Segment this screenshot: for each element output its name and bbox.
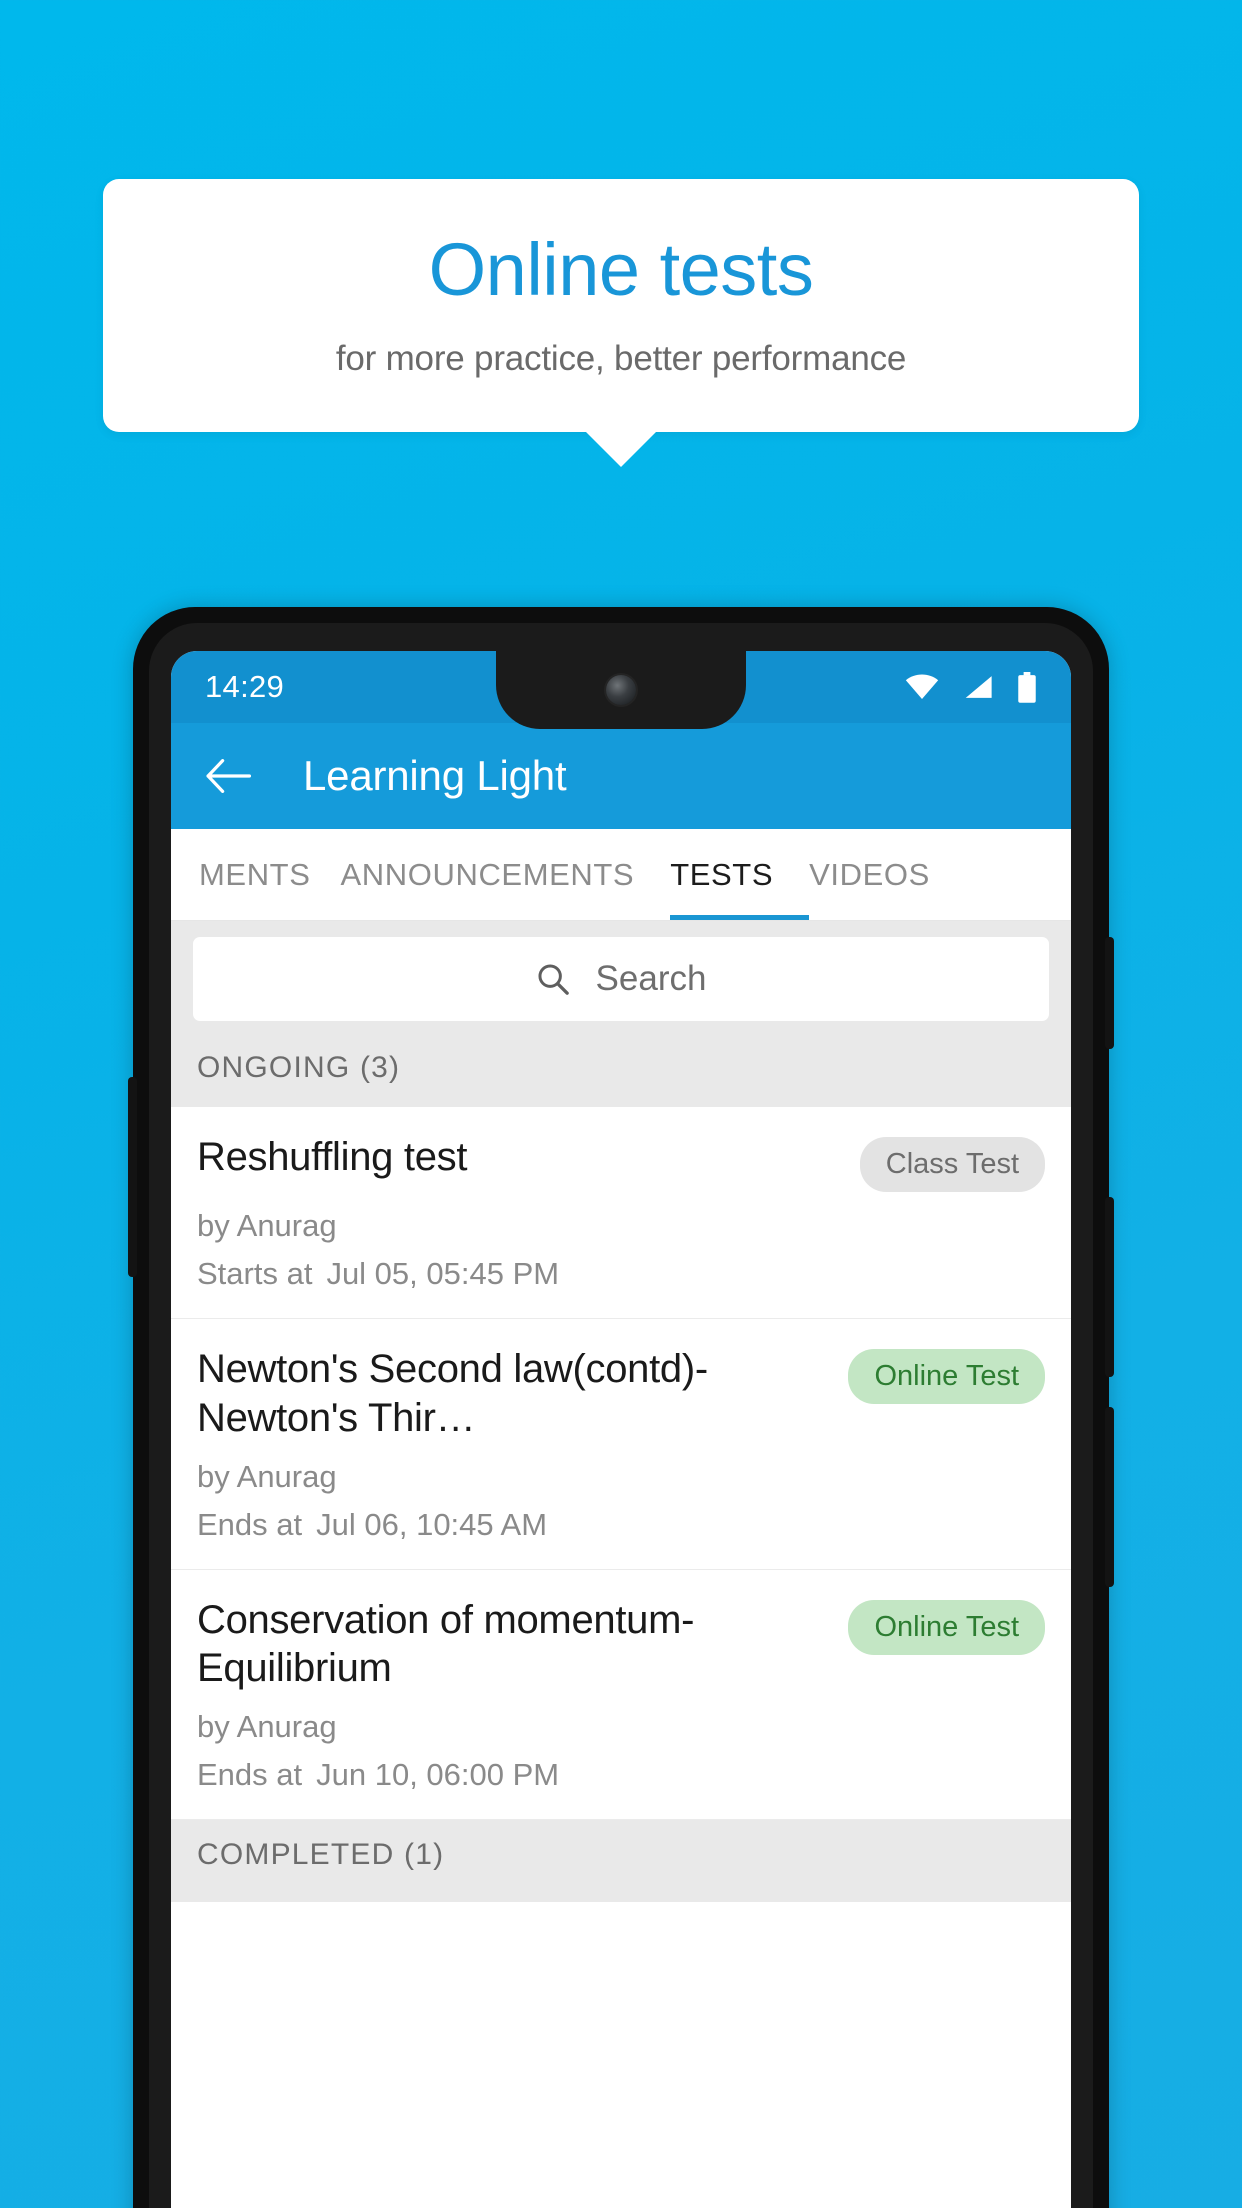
- promo-subtitle: for more practice, better performance: [335, 338, 907, 378]
- test-schedule-label: Starts at: [197, 1256, 313, 1291]
- tab-announcements[interactable]: ANNOUNCEMENTS: [341, 829, 671, 920]
- test-schedule: Starts at Jul 05, 05:45 PM: [197, 1256, 1045, 1292]
- test-author: by Anurag: [197, 1709, 337, 1745]
- table-row[interactable]: Newton's Second law(contd)-Newton's Thir…: [171, 1319, 1071, 1570]
- row-header: Newton's Second law(contd)-Newton's Thir…: [197, 1345, 1045, 1443]
- status-badge: Online Test: [848, 1599, 1045, 1655]
- test-schedule: Ends at Jul 06, 10:45 AM: [197, 1507, 1045, 1543]
- promo-bubble: Online tests for more practice, better p…: [103, 179, 1139, 467]
- section-header-ongoing: ONGOING (3): [171, 1039, 1071, 1107]
- front-camera-icon: [606, 675, 636, 705]
- search-input[interactable]: Search: [193, 937, 1049, 1021]
- test-author: by Anurag: [197, 1458, 337, 1494]
- tests-list: Reshuffling test Class Test by Anurag St…: [171, 1107, 1071, 1821]
- test-schedule-value: Jul 06, 10:45 AM: [316, 1506, 548, 1542]
- wifi-icon: [905, 674, 939, 700]
- test-title: Newton's Second law(contd)-Newton's Thir…: [197, 1347, 708, 1440]
- phone-mockup: 14:29 Learning Light MENTS ANNOUNCEMENTS…: [128, 607, 1114, 2208]
- phone-bezel: 14:29 Learning Light MENTS ANNOUNCEMENTS…: [149, 623, 1093, 2208]
- tab-bar: MENTS ANNOUNCEMENTS TESTS VIDEOS: [171, 829, 1071, 921]
- row-header: Conservation of momentum-Equilibrium Onl…: [197, 1596, 1045, 1694]
- test-title: Reshuffling test: [197, 1135, 468, 1179]
- status-badge: Class Test: [859, 1137, 1045, 1192]
- status-bar-icons: [905, 671, 1037, 703]
- test-schedule-label: Ends at: [197, 1757, 303, 1793]
- status-badge: Online Test: [848, 1349, 1045, 1404]
- test-schedule-label: Ends at: [197, 1506, 303, 1542]
- row-header: Reshuffling test Class Test: [197, 1133, 1045, 1192]
- section-header-completed: COMPLETED (1): [171, 1820, 1071, 1903]
- test-schedule-value: Jun 10, 06:00 PM: [316, 1757, 560, 1793]
- search-placeholder: Search: [595, 959, 707, 998]
- promo-title: Online tests: [428, 227, 814, 311]
- app-bar: Learning Light: [171, 723, 1071, 829]
- bubble-tail: [585, 431, 657, 467]
- test-schedule-value: Jul 05, 05:45 PM: [326, 1256, 560, 1291]
- cell-signal-icon: [965, 676, 992, 698]
- tab-tests[interactable]: TESTS: [670, 829, 810, 920]
- table-row[interactable]: Conservation of momentum-Equilibrium Onl…: [171, 1570, 1071, 1821]
- test-schedule: Ends at Jun 10, 06:00 PM: [197, 1757, 1045, 1793]
- phone-screen: 14:29 Learning Light MENTS ANNOUNCEMENTS…: [171, 651, 1071, 2208]
- search-icon: [538, 964, 569, 995]
- phone-button-right-low: [1105, 1407, 1114, 1587]
- phone-button-right-top: [1105, 937, 1114, 1049]
- battery-icon: [1018, 671, 1036, 703]
- tab-ments[interactable]: MENTS: [171, 829, 341, 920]
- phone-button-left: [128, 1077, 137, 1277]
- search-area: Search: [171, 921, 1071, 1039]
- test-title: Conservation of momentum-Equilibrium: [197, 1597, 695, 1691]
- test-author: by Anurag: [197, 1208, 337, 1243]
- tab-videos[interactable]: VIDEOS: [809, 829, 950, 920]
- phone-button-right-mid: [1105, 1197, 1114, 1377]
- app-bar-title: Learning Light: [303, 752, 567, 799]
- back-arrow-icon[interactable]: [205, 759, 251, 793]
- status-bar-time: 14:29: [205, 669, 285, 704]
- table-row[interactable]: Reshuffling test Class Test by Anurag St…: [171, 1107, 1071, 1319]
